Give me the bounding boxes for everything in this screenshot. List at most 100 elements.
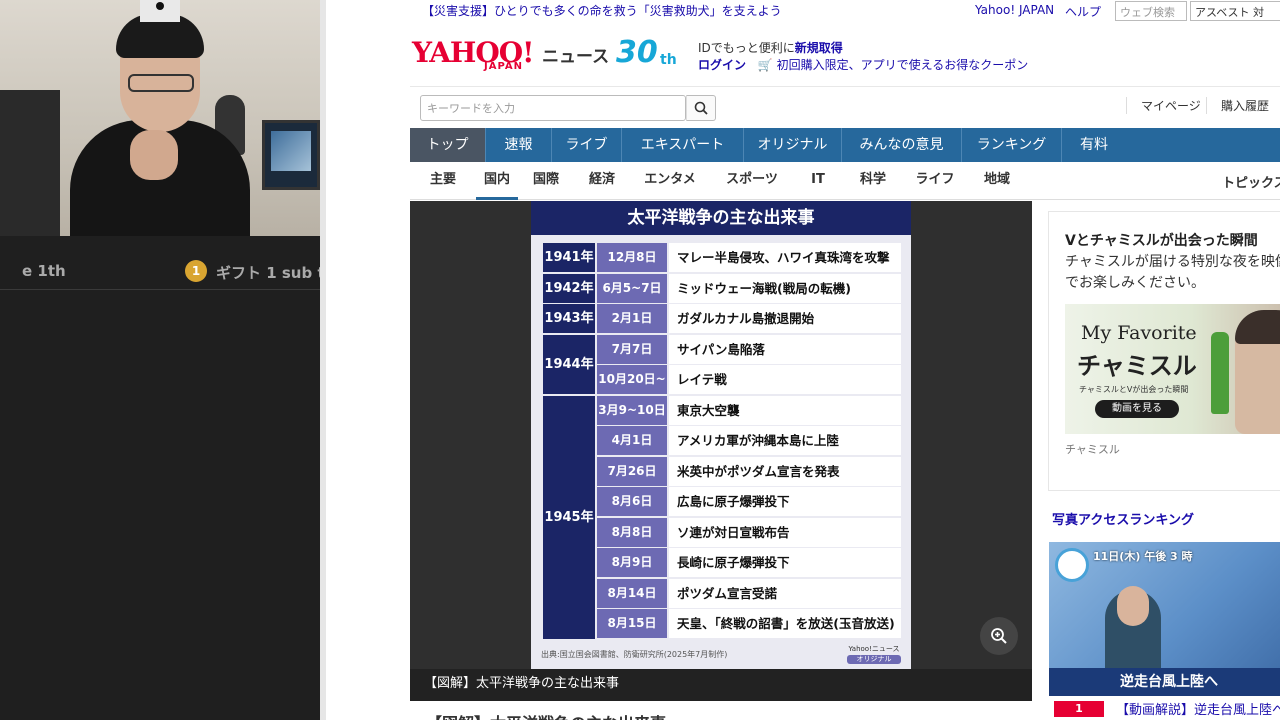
web-search-input[interactable]: ウェブ検索	[1115, 1, 1187, 21]
30th-anniversary-badge[interactable]: 30 th	[616, 36, 688, 74]
zoom-button[interactable]	[980, 617, 1018, 655]
event-cell: 東京大空襲	[669, 395, 901, 425]
rank-number-badge: 1	[1054, 701, 1104, 717]
webcam-shelf	[0, 90, 60, 236]
ad-sponsor: チャミスル	[1065, 443, 1120, 456]
nav-tab-original[interactable]: オリジナル	[744, 128, 842, 162]
clock-icon	[1055, 548, 1089, 582]
nav-tab-ranking[interactable]: ランキング	[962, 128, 1062, 162]
ranking-thumbnail-banner: 逆走台風上陸へ	[1049, 668, 1280, 696]
top-utility-bar: 【災害支援】ひとりでも多くの命を救う「災害救助犬」を支えよう Yahoo! JA…	[410, 0, 1280, 22]
nav-tab-top[interactable]: トップ	[410, 128, 486, 162]
ad-image-tagline: My Favorite	[1081, 322, 1197, 344]
ad-watch-video-button[interactable]: 動画を見る	[1095, 400, 1179, 418]
category-tab-domestic[interactable]: 国内	[476, 162, 518, 200]
stream-overlay-panel: e 1th 1 ギフト 1 sub to	[0, 0, 320, 720]
event-cell: サイパン島陥落	[669, 334, 901, 364]
search-button[interactable]	[686, 95, 716, 121]
category-tab-entertainment[interactable]: エンタメ	[630, 162, 710, 200]
year-cell: 1941年	[543, 243, 595, 272]
category-tab-international[interactable]: 国際	[518, 162, 574, 200]
mypage-link[interactable]: マイページ	[1126, 97, 1201, 114]
nav-tab-live[interactable]: ライブ	[552, 128, 622, 162]
sponsored-ad-card[interactable]: Vとチャミスルが出会った瞬間 チャミスルが届ける特別な夜を映像でお楽しみください…	[1048, 211, 1280, 491]
topics-link[interactable]: トピックス	[1222, 172, 1280, 191]
date-cell: 10月20日~	[597, 365, 667, 394]
date-cell: 8月8日	[597, 517, 667, 547]
category-tab-main[interactable]: 主要	[410, 162, 476, 200]
webcam-glasses	[128, 74, 194, 92]
stream-sub-label: e 1th	[22, 262, 66, 280]
ranking-item-link[interactable]: 【動画解説】逆走台風上陸へ	[1116, 699, 1280, 718]
category-tab-economy[interactable]: 経済	[574, 162, 630, 200]
nav-tab-paid[interactable]: 有料	[1062, 128, 1126, 162]
date-cell: 4月1日	[597, 426, 667, 455]
gift-count-badge: 1	[185, 260, 207, 282]
new-id-link[interactable]: 新規取得	[795, 41, 843, 55]
year-cell: 1943年	[543, 304, 595, 333]
date-cell: 8月6日	[597, 487, 667, 516]
news-search-input[interactable]: キーワードを入力	[420, 95, 686, 121]
yahoo-logo[interactable]: YAHOO! JAPAN	[412, 38, 538, 74]
event-cell: 天皇、「終戦の詔書」を放送(玉音放送)	[669, 609, 901, 638]
date-cell: 7月7日	[597, 334, 667, 364]
image-caption: 【図解】太平洋戦争の主な出来事	[410, 669, 1032, 701]
article-heading[interactable]: 【図解】太平洋戦争の主な出来事	[426, 710, 1026, 720]
nav-tab-opinions[interactable]: みんなの意見	[842, 128, 962, 162]
cart-icon: 🛒	[757, 58, 773, 72]
anniv-suffix: th	[660, 52, 677, 68]
anniv-number: 30	[616, 35, 658, 70]
photo-ranking-title[interactable]: 写真アクセスランキング	[1052, 509, 1194, 528]
category-tab-sports[interactable]: スポーツ	[710, 162, 794, 200]
purchase-history-link[interactable]: 購入履歴	[1206, 97, 1269, 114]
infographic-brand-name: Yahoo!ニュース	[848, 645, 900, 653]
search-row: キーワードを入力 マイページ 購入履歴	[410, 86, 1280, 126]
image-viewer: 太平洋戦争の主な出来事 1941年 1942年 1943年 1944年 1945…	[410, 201, 1032, 669]
event-cell: 米英中がポツダム宣言を発表	[669, 456, 901, 486]
category-tab-science[interactable]: 科学	[842, 162, 904, 200]
category-nav: 主要 国内 国際 経済 エンタメ スポーツ IT 科学 ライフ 地域 トピックス	[410, 162, 1280, 200]
ranking-thumbnail[interactable]: 11日(木) 午後 3 時 逆走台風上陸へ	[1049, 542, 1280, 696]
infographic-brand: Yahoo!ニュース オリジナル	[847, 645, 901, 664]
infographic-source: 出典:国立国会図書館、防衛研究所(2025年7月制作)	[541, 650, 728, 659]
event-cell: ガダルカナル島撤退開始	[669, 304, 901, 333]
main-nav: トップ 速報 ライブ エキスパート オリジナル みんなの意見 ランキング 有料	[410, 128, 1280, 162]
event-cell: マレー半島侵攻、ハワイ真珠湾を攻撃	[669, 243, 901, 272]
webcam-feed	[0, 0, 320, 236]
category-tab-life[interactable]: ライフ	[904, 162, 966, 200]
yahoo-japan-link[interactable]: Yahoo! JAPAN	[975, 3, 1054, 17]
logo-sub: JAPAN	[484, 61, 523, 72]
webcam-monitor	[262, 120, 320, 190]
event-cell: アメリカ軍が沖縄本島に上陸	[669, 426, 901, 455]
infographic-image: 太平洋戦争の主な出来事 1941年 1942年 1943年 1944年 1945…	[531, 201, 911, 669]
trending-search-box[interactable]: アスベスト 対	[1190, 1, 1280, 21]
date-cell: 8月15日	[597, 609, 667, 638]
ad-image-brand: チャミスル	[1077, 352, 1197, 380]
date-cell: 8月14日	[597, 578, 667, 608]
help-link[interactable]: ヘルプ	[1065, 3, 1101, 20]
ad-title[interactable]: Vとチャミスルが出会った瞬間	[1065, 230, 1258, 250]
search-icon	[694, 101, 708, 115]
id-promo-text: IDでもっと便利に	[698, 41, 795, 55]
ad-body: チャミスルが届ける特別な夜を映像でお楽しみください。	[1065, 254, 1280, 291]
gift-text: ギフト 1 sub to	[216, 264, 320, 282]
nav-tab-breaking[interactable]: 速報	[486, 128, 552, 162]
year-cell: 1944年	[543, 334, 595, 394]
event-cell: ミッドウェー海戦(戦局の転機)	[669, 273, 901, 303]
event-cell: ソ連が対日宣戦布告	[669, 517, 901, 547]
date-cell: 8月9日	[597, 548, 667, 577]
coupon-link[interactable]: 初回購入限定、アプリで使えるお得なクーポン	[777, 58, 1029, 72]
year-cell: 1945年	[543, 395, 595, 639]
login-link[interactable]: ログイン	[698, 58, 746, 72]
zoom-in-icon	[991, 628, 1007, 644]
date-cell: 7月26日	[597, 456, 667, 486]
news-label[interactable]: ニュース	[542, 42, 609, 67]
emergency-support-link[interactable]: 【災害支援】ひとりでも多くの命を救う「災害救助犬」を支えよう	[422, 2, 782, 19]
ad-image[interactable]: My Favorite チャミスル チャミスルとVが出会った瞬間 動画を見る	[1065, 304, 1280, 434]
category-tab-region[interactable]: 地域	[966, 162, 1028, 200]
category-tab-it[interactable]: IT	[794, 162, 842, 200]
ad-bottle-graphic	[1211, 332, 1229, 414]
date-cell: 2月1日	[597, 304, 667, 333]
nav-tab-expert[interactable]: エキスパート	[622, 128, 744, 162]
ad-image-small-text: チャミスルとVが出会った瞬間	[1079, 385, 1189, 394]
